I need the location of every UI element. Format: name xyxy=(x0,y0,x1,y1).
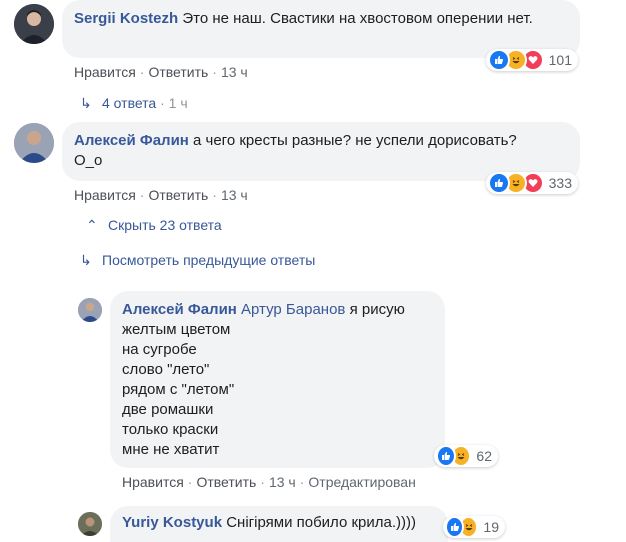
hide-replies-link[interactable]: ⌃ Скрыть 23 ответа xyxy=(86,216,222,234)
reply-bubble: Yuriy Kostyuk Снігірями побило крила.)))… xyxy=(110,506,448,542)
previous-replies-link[interactable]: ↳ Посмотреть предыдущие ответы xyxy=(80,251,315,269)
reaction-count: 19 xyxy=(483,519,499,535)
reply-arrow-icon: ↳ xyxy=(80,252,92,268)
reply-text-line: только краски xyxy=(122,421,219,438)
reply-text-line: на сугробе xyxy=(122,341,197,358)
avatar-image-icon xyxy=(78,512,102,536)
avatar-aleksey[interactable] xyxy=(14,123,54,163)
reply-button[interactable]: Ответить xyxy=(148,187,208,203)
like-icon xyxy=(488,49,510,71)
like-icon xyxy=(436,445,457,467)
reply-text-line: желтым цветом xyxy=(122,321,231,338)
comment-text-line: О_о xyxy=(74,152,103,169)
view-replies-link[interactable]: ↳ 4 ответа · 1 ч xyxy=(80,94,188,112)
avatar-aleksey-reply[interactable] xyxy=(78,298,102,322)
avatar-image-icon xyxy=(78,298,102,322)
reply-button[interactable]: Ответить xyxy=(148,64,208,80)
reply-mention[interactable]: Артур Баранов xyxy=(241,301,345,318)
reaction-count: 101 xyxy=(548,52,572,68)
avatar-yuriy[interactable] xyxy=(78,512,102,536)
avatar-image-icon xyxy=(14,4,54,44)
chevron-up-icon: ⌃ xyxy=(86,217,98,233)
avatar-image-icon xyxy=(14,123,54,163)
comment-actions: Нравится · Ответить · 13 ч xyxy=(74,187,248,203)
edited-label[interactable]: Отредактирован xyxy=(308,474,415,490)
like-icon xyxy=(445,516,465,538)
reactions-summary[interactable]: 333 xyxy=(486,172,578,194)
like-button[interactable]: Нравится xyxy=(74,64,136,80)
reactions-summary[interactable]: 101 xyxy=(486,49,578,71)
like-button[interactable]: Нравится xyxy=(122,474,184,490)
reply-actions: Нравится · Ответить · 13 ч · Отредактирован xyxy=(122,474,416,490)
reply-text-line: мне не хватит xyxy=(122,441,220,458)
timestamp[interactable]: 13 ч xyxy=(221,64,248,80)
reply-text-line: рядом с "летом" xyxy=(122,381,235,398)
comment-author[interactable]: Алексей Фалин xyxy=(74,132,189,149)
reaction-count: 333 xyxy=(548,175,572,191)
comment-text: а чего кресты разные? не успели дорисова… xyxy=(193,132,517,149)
reactions-summary[interactable]: 19 xyxy=(443,516,505,538)
reply-arrow-icon: ↳ xyxy=(80,95,92,111)
reply-author[interactable]: Yuriy Kostyuk xyxy=(122,514,222,531)
reply-bubble: Алексей Фалин Артур Баранов я рисую желт… xyxy=(110,291,445,468)
like-icon xyxy=(488,172,510,194)
avatar-sergii[interactable] xyxy=(14,4,54,44)
comment-actions: Нравится · Ответить · 13 ч xyxy=(74,64,248,80)
reply-button[interactable]: Ответить xyxy=(196,474,256,490)
reply-text-line: две ромашки xyxy=(122,401,214,418)
timestamp[interactable]: 13 ч xyxy=(221,187,248,203)
reply-author[interactable]: Алексей Фалин xyxy=(122,301,237,318)
like-button[interactable]: Нравится xyxy=(74,187,136,203)
reaction-count: 62 xyxy=(476,448,492,464)
reply-text-line: слово "лето" xyxy=(122,361,210,378)
timestamp[interactable]: 13 ч xyxy=(269,474,296,490)
reply-text: Снігірями побило крила.)))) xyxy=(226,514,417,531)
reply-text-line: я рисую xyxy=(349,301,405,318)
comment-author[interactable]: Sergii Kostezh xyxy=(74,10,178,27)
comment-text: Это не наш. Свастики на хвостовом оперен… xyxy=(182,10,533,27)
reactions-summary[interactable]: 62 xyxy=(434,445,498,467)
